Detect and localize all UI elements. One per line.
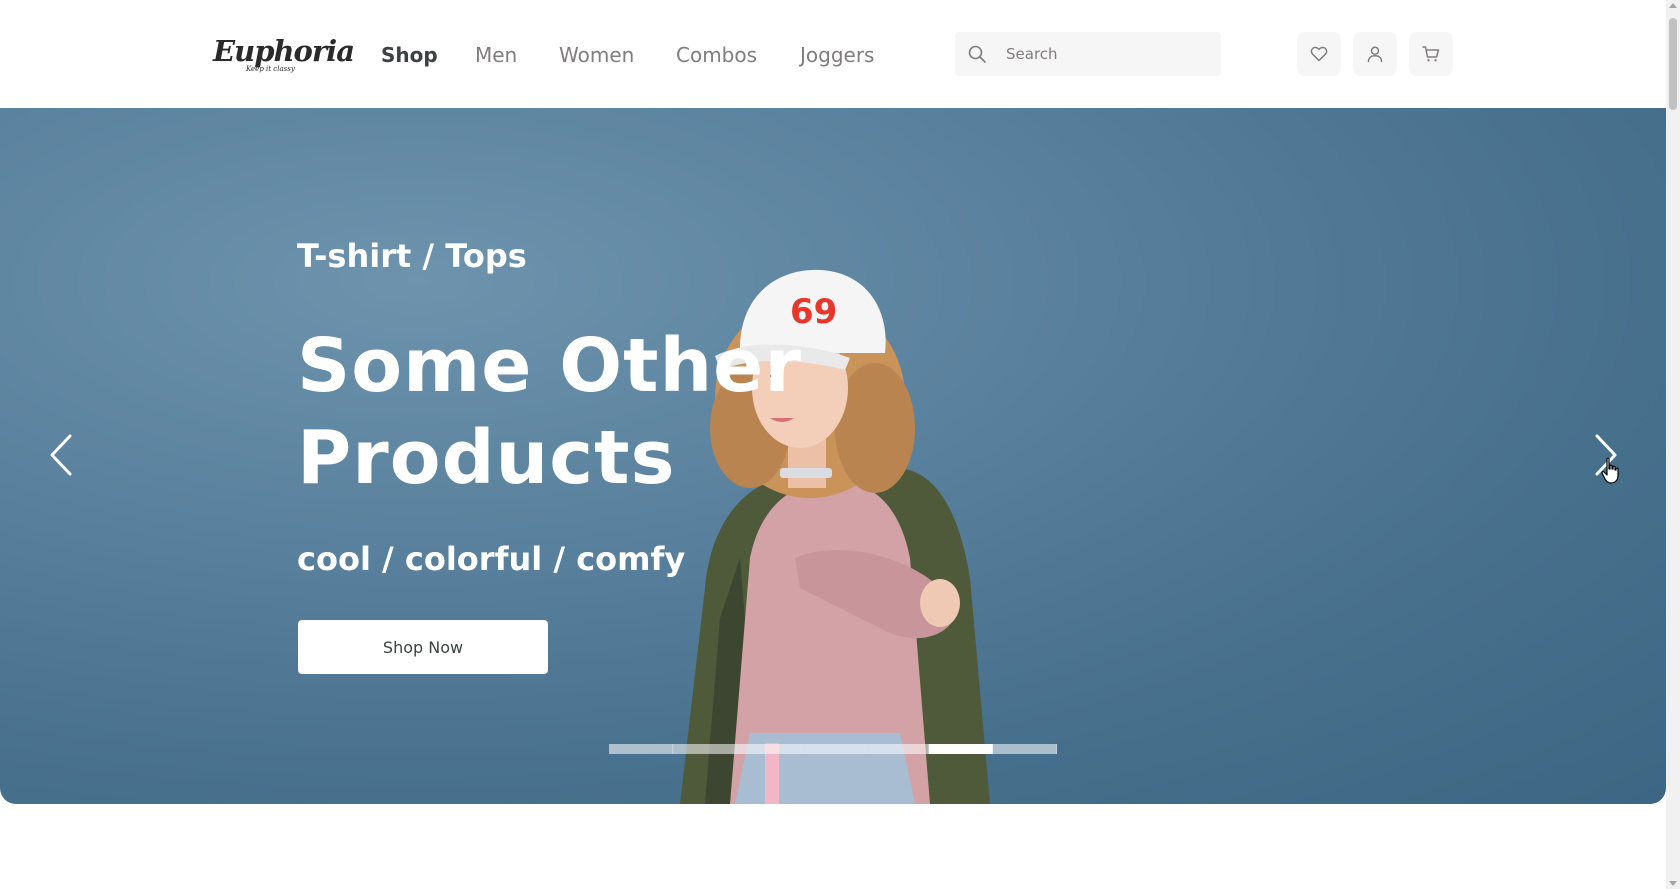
hero-headline-line2: Products (297, 415, 676, 501)
wishlist-button[interactable] (1297, 32, 1341, 76)
nav-item-combos[interactable]: Combos (676, 40, 757, 70)
carousel-dot-4[interactable] (801, 744, 865, 754)
shop-now-button[interactable]: Shop Now (298, 620, 548, 674)
scroll-down-arrow-icon[interactable] (1669, 881, 1677, 886)
hero-headline: Some Other Products (297, 320, 802, 504)
search-box[interactable] (955, 32, 1221, 76)
carousel-dot-6[interactable] (929, 744, 993, 754)
hero-category: T-shirt / Tops (297, 237, 527, 275)
carousel-prev-button[interactable] (42, 430, 82, 480)
carousel-dot-1[interactable] (609, 744, 673, 754)
chevron-left-icon (50, 434, 72, 476)
carousel-indicators (609, 744, 1057, 754)
cart-button[interactable] (1409, 32, 1453, 76)
hero-banner: 69 T-shirt / Tops Some Other Products co… (0, 108, 1666, 804)
page-scrollbar[interactable] (1666, 0, 1680, 889)
brand-tagline: Keep it classy (246, 65, 295, 73)
carousel-dot-2[interactable] (673, 744, 737, 754)
hero-tagline: cool / colorful / comfy (297, 540, 686, 578)
nav-item-joggers[interactable]: Joggers (800, 40, 874, 70)
hand-cursor-icon (1601, 457, 1619, 484)
scroll-up-arrow-icon[interactable] (1669, 3, 1677, 8)
carousel-dot-5[interactable] (865, 744, 929, 754)
carousel-dot-7[interactable] (993, 744, 1057, 754)
search-input[interactable] (1006, 32, 1206, 76)
heart-icon (1310, 46, 1328, 62)
hero-headline-line1: Some Other (297, 323, 802, 409)
cart-icon (1422, 46, 1440, 62)
account-button[interactable] (1353, 32, 1397, 76)
brand-name: Euphoria (213, 34, 355, 68)
nav-item-women[interactable]: Women (559, 40, 634, 70)
scroll-thumb[interactable] (1669, 18, 1677, 110)
site-header: Euphoria Keep it classy Shop Men Women C… (0, 0, 1666, 109)
user-icon (1367, 46, 1383, 63)
nav-item-shop[interactable]: Shop (381, 40, 438, 70)
brand-logo[interactable]: Euphoria Keep it classy (213, 34, 355, 78)
nav-item-men[interactable]: Men (475, 40, 517, 70)
search-icon (968, 45, 986, 63)
carousel-dot-3[interactable] (737, 744, 801, 754)
